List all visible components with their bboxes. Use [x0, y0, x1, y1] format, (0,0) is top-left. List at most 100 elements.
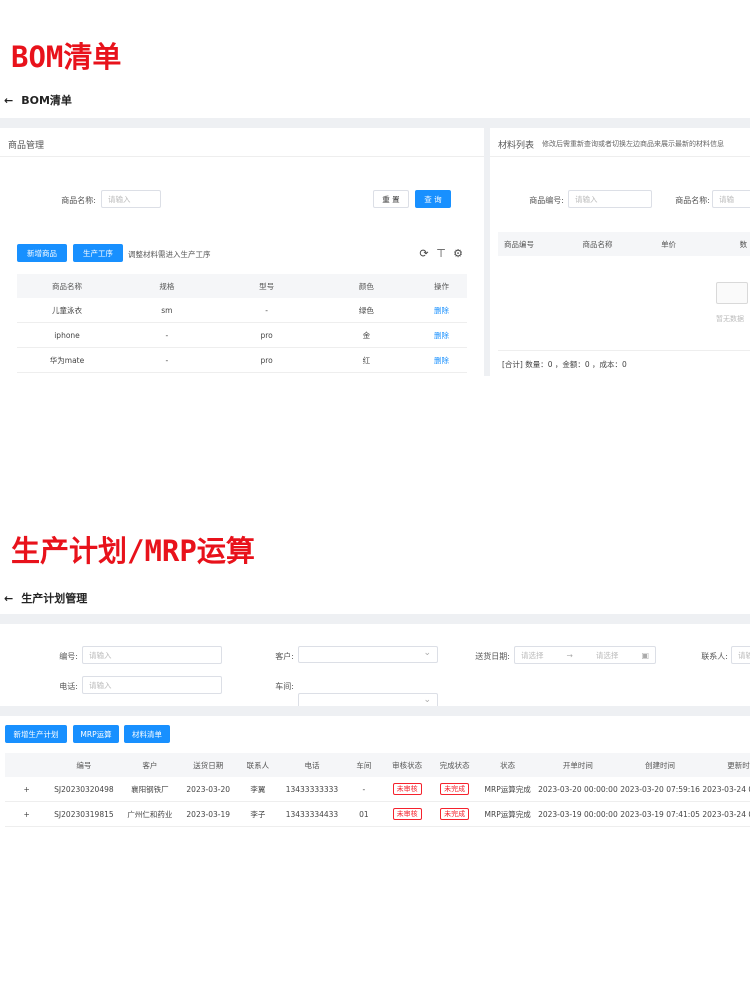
column-header: 数 — [733, 232, 750, 256]
inbox-icon — [716, 282, 748, 304]
color-cell: 金 — [316, 322, 417, 348]
spec-cell: - — [117, 347, 217, 373]
column-header: 商品名称 — [17, 274, 118, 298]
panel-title: 材料列表 — [498, 141, 535, 151]
calendar-icon: ▣ — [641, 650, 649, 660]
color-cell: 红 — [316, 347, 417, 373]
created-time-cell: 2023-03-19 07:41:05 — [618, 801, 702, 827]
panel-subtitle: 修改后需重新查询或者切换左边商品来展示最新的材料信息 — [542, 140, 724, 148]
model-cell: pro — [216, 322, 317, 348]
hint-text: 调整材料需进入生产工序 — [128, 250, 211, 259]
table-header-row: 编号 客户 送货日期 联系人 电话 车间 审核状态 完成状态 状态 开单时间 创… — [5, 753, 750, 777]
bom-nav-header: ← BOM清单 — [4, 92, 72, 108]
column-header: 单价 — [655, 232, 734, 256]
goods-name-cell: 小米 — [17, 372, 118, 376]
goods-name-input[interactable]: 请输 — [712, 190, 750, 208]
plan-table: 编号 客户 送货日期 联系人 电话 车间 审核状态 完成状态 状态 开单时间 创… — [5, 753, 750, 827]
arrow-left-icon[interactable]: ← — [4, 94, 13, 107]
date-end: 请选择 — [595, 650, 619, 660]
range-arrow-icon: → — [566, 650, 573, 660]
query-button[interactable]: 查 询 — [415, 190, 451, 208]
divider — [490, 156, 750, 157]
delivery-date-label: 送货日期: — [475, 652, 510, 661]
phone-input[interactable]: 请输入 — [82, 676, 222, 694]
goods-code-label: 商品编号: — [529, 196, 564, 205]
column-header: 客户 — [119, 753, 181, 777]
model-cell: - — [216, 298, 317, 323]
status-cell: MRP运算完成 — [478, 777, 537, 802]
delete-link[interactable]: 删除 — [416, 322, 467, 348]
column-header: 颜色 — [316, 274, 417, 298]
column-header: 更新时间 — [701, 753, 750, 777]
code-label: 编号: — [59, 652, 78, 661]
mrp-calc-button[interactable]: MRP运算 — [73, 725, 119, 743]
code-input[interactable]: 请输入 — [82, 646, 222, 664]
status-cell: MRP运算完成 — [478, 801, 537, 827]
goods-name-cell: 华为mate — [17, 347, 118, 373]
gear-icon[interactable]: ⚙ — [452, 247, 464, 260]
material-list-panel: 材料列表 修改后需重新查询或者切换左边商品来展示最新的材料信息 商品编号: 请输… — [490, 128, 750, 376]
table-row[interactable]: 儿童泳衣 sm - 绿色 删除 — [17, 298, 467, 323]
table-row[interactable]: 小米 redmi 黑 删除 — [17, 372, 467, 376]
delete-link[interactable]: 删除 — [416, 347, 467, 373]
customer-label: 客户: — [275, 652, 294, 661]
column-header: 电话 — [279, 753, 345, 777]
customer-cell: 襄阳钢铁厂 — [119, 777, 181, 802]
date-start: 请选择 — [521, 650, 544, 660]
column-header: 联系人 — [236, 753, 280, 777]
table-row[interactable]: + SJ20230320498 襄阳钢铁厂 2023-03-20 李翼 1343… — [5, 777, 750, 802]
material-table: 商品编号 商品名称 单价 数 — [498, 232, 750, 256]
audit-status-badge: 未审核 — [392, 808, 422, 820]
delete-link[interactable]: 删除 — [416, 372, 467, 376]
goods-name-cell: iphone — [17, 322, 118, 348]
production-process-button[interactable]: 生产工序 — [73, 244, 123, 262]
table-row[interactable]: 华为mate - pro 红 删除 — [17, 347, 467, 373]
table-row[interactable]: iphone - pro 金 删除 — [17, 322, 467, 348]
expand-icon[interactable]: + — [5, 777, 49, 802]
add-production-plan-button[interactable]: 新增生产计划 — [5, 725, 67, 743]
column-header: 商品编号 — [498, 232, 577, 256]
customer-cell: 广州仁和药业 — [119, 801, 181, 827]
column-header: 操作 — [416, 274, 467, 298]
color-cell: 黑 — [316, 372, 417, 376]
production-nav-header: ← 生产计划管理 — [4, 590, 87, 606]
bom-section-title: BOM清单 — [11, 40, 122, 74]
material-list-button[interactable]: 材料清单 — [124, 725, 170, 743]
refresh-icon[interactable]: ⟳ — [418, 247, 430, 260]
updated-time-cell: 2023-03-24 09:37:48 — [701, 801, 750, 827]
contact-input[interactable]: 请输 — [731, 646, 750, 664]
finish-status-badge: 未完成 — [440, 783, 470, 795]
code-cell: SJ20230319815 — [48, 801, 120, 827]
divider — [0, 156, 484, 157]
delivery-date-range[interactable]: 请选择 → 请选择 ▣ — [514, 646, 656, 664]
delivery-cell: 2023-03-19 — [180, 801, 237, 827]
spec-cell: sm — [117, 298, 217, 323]
model-cell: pro — [216, 347, 317, 373]
goods-name-input[interactable]: 请输入 — [101, 190, 161, 208]
column-header: 规格 — [117, 274, 217, 298]
column-height-icon[interactable]: ⊤ — [435, 247, 447, 260]
expand-icon[interactable]: + — [5, 801, 49, 827]
plan-table-wrap: 编号 客户 送货日期 联系人 电话 车间 审核状态 完成状态 状态 开单时间 创… — [5, 753, 750, 827]
customer-select[interactable]: ⌄ — [298, 646, 438, 663]
divider-bar — [0, 706, 750, 716]
column-header: 送货日期 — [180, 753, 237, 777]
spec-cell — [117, 372, 217, 376]
contact-label: 联系人: — [701, 652, 728, 661]
reset-button[interactable]: 重 置 — [373, 190, 409, 208]
empty-text: 暂无数据 — [716, 315, 744, 323]
add-goods-button[interactable]: 新增商品 — [17, 244, 67, 262]
goods-name-label: 商品名称: — [61, 196, 96, 205]
delete-link[interactable]: 删除 — [416, 298, 467, 323]
table-row[interactable]: + SJ20230319815 广州仁和药业 2023-03-19 李子 134… — [5, 801, 750, 827]
column-header: 完成状态 — [430, 753, 479, 777]
column-header — [5, 753, 49, 777]
open-time-cell: 2023-03-19 00:00:00 — [536, 801, 619, 827]
arrow-left-icon[interactable]: ← — [4, 592, 13, 605]
phone-cell: 13433333333 — [279, 777, 345, 802]
summary-text: [合计] 数量：0 ，金额：0 ，成本：0 — [502, 360, 627, 369]
chevron-down-icon: ⌄ — [423, 648, 431, 658]
goods-code-input[interactable]: 请输入 — [568, 190, 652, 208]
column-header: 状态 — [478, 753, 537, 777]
open-time-cell: 2023-03-20 00:00:00 — [536, 777, 619, 802]
